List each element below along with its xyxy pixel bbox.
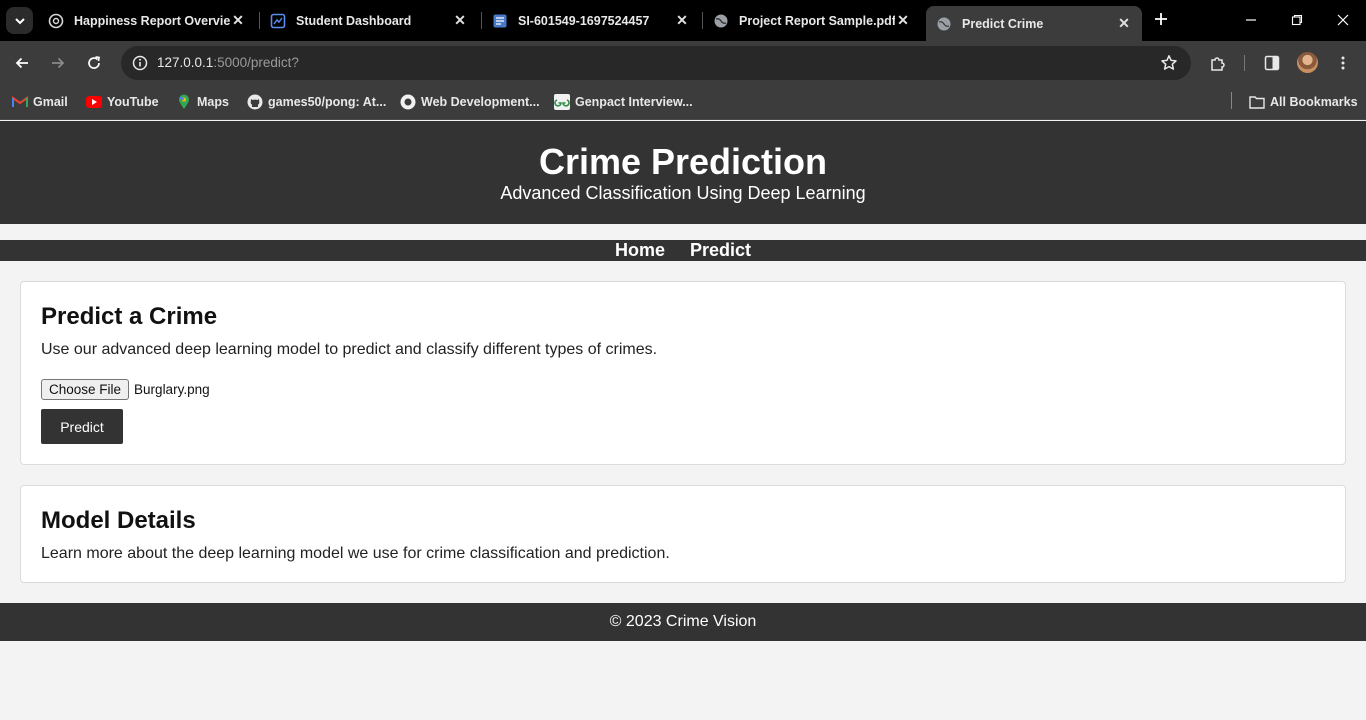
browser-tab[interactable]: SI-601549-1697524457 ✕	[482, 6, 700, 35]
restore-icon	[1291, 14, 1303, 26]
bookmark-label: Genpact Interview...	[575, 95, 693, 109]
address-bar[interactable]: 127.0.0.1:5000/predict?	[121, 46, 1191, 80]
back-button[interactable]	[10, 51, 34, 75]
bookmark-web-development[interactable]: Web Development...	[400, 93, 540, 111]
bookmark-youtube[interactable]: YouTube	[86, 93, 159, 111]
model-details-card: Model Details Learn more about the deep …	[20, 485, 1346, 583]
folder-icon	[1249, 94, 1265, 110]
tab-title: Happiness Report Overview	[74, 13, 230, 28]
site-info-icon[interactable]	[129, 52, 151, 74]
tab-title: SI-601549-1697524457	[518, 13, 650, 28]
bookmark-label: games50/pong: At...	[268, 95, 387, 109]
browser-menu-button[interactable]	[1331, 51, 1355, 75]
bookmark-label: YouTube	[107, 95, 159, 109]
url-host: 127.0.0.1	[157, 55, 214, 70]
model-details-heading: Model Details	[41, 507, 196, 534]
predict-description: Use our advanced deep learning model to …	[41, 341, 658, 358]
close-icon[interactable]: ✕	[230, 12, 246, 29]
github-icon	[247, 94, 263, 110]
reload-icon	[88, 56, 100, 69]
bookmark-star-icon[interactable]	[1159, 53, 1179, 73]
bookmark-github[interactable]: games50/pong: At...	[247, 93, 386, 111]
toolbar-divider	[1244, 55, 1245, 71]
bookmark-label: All Bookmarks	[1270, 95, 1358, 109]
tab-title: Project Report Sample.pdf	[739, 13, 895, 28]
kebab-menu-icon	[1341, 56, 1345, 70]
minimize-button[interactable]	[1239, 8, 1263, 32]
bookmarks-divider	[1231, 92, 1232, 109]
browser-tab[interactable]: Happiness Report Overview ✕	[38, 6, 256, 35]
browser-tab[interactable]: Project Report Sample.pdf ✕	[703, 6, 921, 35]
browser-toolbar: 127.0.0.1:5000/predict?	[0, 41, 1366, 85]
site-header: Crime Prediction Advanced Classification…	[0, 121, 1366, 224]
predict-button[interactable]: Predict	[41, 409, 123, 444]
browser-tab[interactable]: Student Dashboard ✕	[260, 6, 478, 35]
footer-text: © 2023 Crime Vision	[609, 613, 757, 630]
plus-icon	[1155, 13, 1167, 25]
selected-file-name: Burglary.png	[134, 382, 210, 397]
document-icon	[492, 13, 508, 29]
chevron-down-icon	[14, 17, 25, 24]
web-icon	[400, 94, 416, 110]
nav-link-home[interactable]: Home	[615, 240, 665, 261]
side-panel-button[interactable]	[1260, 51, 1284, 75]
gfg-icon	[554, 94, 570, 110]
bookmarks-bar: Gmail YouTube Maps games50/pong: At... W…	[0, 85, 1366, 120]
globe-icon	[936, 16, 952, 32]
browser-tab-active[interactable]: Predict Crime ✕	[926, 6, 1142, 41]
globe-icon	[713, 13, 729, 29]
back-arrow-icon	[15, 57, 28, 69]
minimize-icon	[1246, 19, 1256, 21]
bookmark-label: Web Development...	[421, 95, 540, 109]
side-panel-icon	[1264, 55, 1280, 71]
predict-heading: Predict a Crime	[41, 303, 218, 330]
site-footer: © 2023 Crime Vision	[0, 603, 1366, 641]
forward-arrow-icon	[52, 57, 65, 69]
tab-title: Predict Crime	[962, 16, 1044, 31]
bookmark-gmail[interactable]: Gmail	[12, 93, 68, 111]
close-window-button[interactable]	[1331, 8, 1355, 32]
youtube-icon	[86, 94, 102, 110]
predict-card: Predict a Crime Use our advanced deep le…	[20, 281, 1346, 465]
file-input[interactable]: Choose File Burglary.png	[41, 379, 210, 400]
url-text[interactable]: 127.0.0.1:5000/predict?	[157, 55, 299, 70]
gmail-icon	[12, 94, 28, 110]
bookmark-label: Maps	[197, 95, 229, 109]
model-details-description: Learn more about the deep learning model…	[41, 545, 670, 562]
tab-search-button[interactable]	[6, 7, 33, 34]
forward-button[interactable]	[46, 51, 70, 75]
nav-link-predict[interactable]: Predict	[690, 240, 751, 261]
close-icon[interactable]: ✕	[895, 12, 911, 29]
extensions-button[interactable]	[1206, 51, 1230, 75]
tab-strip: Happiness Report Overview ✕ Student Dash…	[0, 0, 1366, 41]
bookmark-label: Gmail	[33, 95, 68, 109]
all-bookmarks-button[interactable]: All Bookmarks	[1249, 93, 1358, 111]
bookmark-maps[interactable]: Maps	[176, 93, 229, 111]
bookmark-genpact[interactable]: Genpact Interview...	[554, 93, 693, 111]
web-page: Crime Prediction Advanced Classification…	[0, 121, 1366, 720]
page-title: Crime Prediction	[538, 141, 828, 182]
close-icon[interactable]: ✕	[674, 12, 690, 29]
chatgpt-icon	[48, 13, 64, 29]
close-icon[interactable]: ✕	[1116, 15, 1132, 32]
url-path: :5000/predict?	[213, 55, 299, 70]
page-subtitle: Advanced Classification Using Deep Learn…	[500, 183, 866, 203]
maps-icon	[176, 94, 192, 110]
site-nav: Home Predict	[0, 240, 1366, 261]
restore-button[interactable]	[1285, 8, 1309, 32]
choose-file-button[interactable]: Choose File	[41, 379, 130, 400]
dashboard-icon	[270, 13, 286, 29]
reload-button[interactable]	[82, 51, 106, 75]
close-icon	[1337, 14, 1349, 26]
profile-avatar[interactable]	[1297, 52, 1318, 73]
new-tab-button[interactable]	[1150, 8, 1172, 30]
puzzle-icon	[1211, 57, 1225, 71]
tab-title: Student Dashboard	[296, 13, 412, 28]
close-icon[interactable]: ✕	[452, 12, 468, 29]
